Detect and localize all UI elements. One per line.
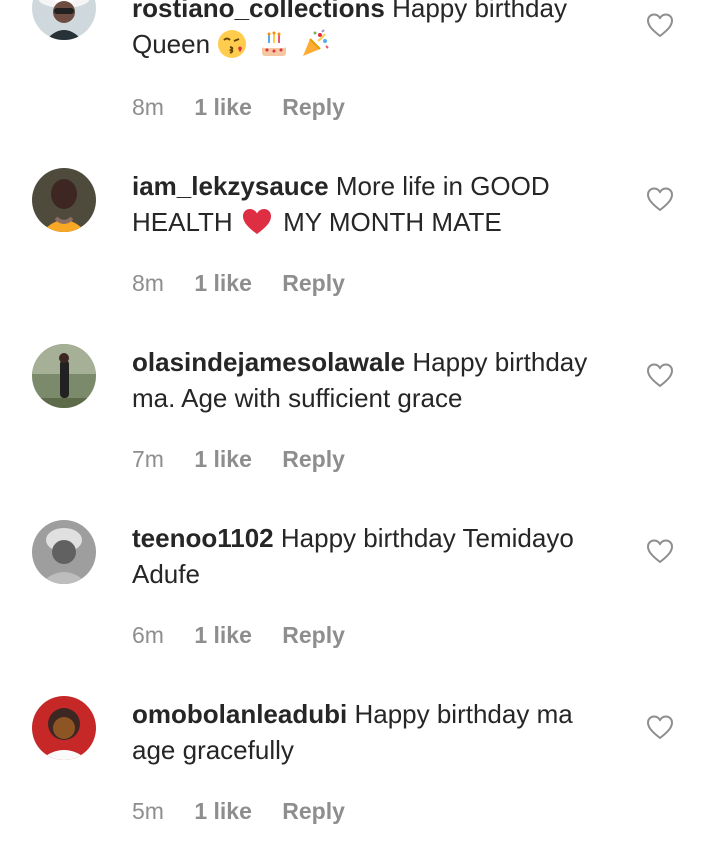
heart-outline-icon[interactable] xyxy=(646,538,674,564)
avatar[interactable] xyxy=(32,0,96,40)
comment-username[interactable]: teenoo1102 xyxy=(132,523,274,553)
comment-text: rostiano_collections Happy birthday Quee… xyxy=(132,0,622,62)
party-popper-emoji xyxy=(300,29,330,59)
reply-button[interactable]: Reply xyxy=(282,94,345,121)
birthday-cake-emoji xyxy=(259,29,289,59)
avatar[interactable] xyxy=(32,168,96,232)
comment-text: teenoo1102 Happy birthday Temidayo Adufe xyxy=(132,520,622,592)
comment-time: 8m xyxy=(132,94,164,120)
comment-username[interactable]: iam_lekzysauce xyxy=(132,171,329,201)
comment-likes[interactable]: 1 like xyxy=(194,622,252,649)
comment-username[interactable]: rostiano_collections xyxy=(132,0,385,23)
comment-likes[interactable]: 1 like xyxy=(194,798,252,825)
comment-time: 7m xyxy=(132,446,164,472)
comment-message-part: MY MONTH MATE xyxy=(283,207,502,237)
comment-item: omobolanleadubi Happy birthday ma age gr… xyxy=(0,680,720,856)
comment-time: 8m xyxy=(132,270,164,296)
comment-text: olasindejamesolawale Happy birthday ma. … xyxy=(132,344,622,416)
comment-item: olasindejamesolawale Happy birthday ma. … xyxy=(0,328,720,504)
comment-item: teenoo1102 Happy birthday Temidayo Adufe… xyxy=(0,504,720,680)
comment-item: iam_lekzysauce More life in GOOD HEALTH … xyxy=(0,152,720,328)
avatar[interactable] xyxy=(32,520,96,584)
reply-button[interactable]: Reply xyxy=(282,446,345,473)
comment-text: omobolanleadubi Happy birthday ma age gr… xyxy=(132,696,622,768)
reply-button[interactable]: Reply xyxy=(282,270,345,297)
comment-meta: 8m 1 like Reply xyxy=(132,270,345,297)
comment-time: 6m xyxy=(132,622,164,648)
heart-outline-icon[interactable] xyxy=(646,362,674,388)
heart-outline-icon[interactable] xyxy=(646,186,674,212)
heart-outline-icon[interactable] xyxy=(646,12,674,38)
kissing-face-emoji xyxy=(217,29,247,59)
comment-meta: 6m 1 like Reply xyxy=(132,622,345,649)
comment-username[interactable]: olasindejamesolawale xyxy=(132,347,405,377)
reply-button[interactable]: Reply xyxy=(282,622,345,649)
comment-likes[interactable]: 1 like xyxy=(194,94,252,121)
comment-meta: 8m 1 like Reply xyxy=(132,94,345,121)
red-heart-emoji xyxy=(242,207,272,237)
comment-meta: 5m 1 like Reply xyxy=(132,798,345,825)
comment-meta: 7m 1 like Reply xyxy=(132,446,345,473)
avatar[interactable] xyxy=(32,696,96,760)
comment-text: iam_lekzysauce More life in GOOD HEALTH … xyxy=(132,168,622,240)
comment-item: rostiano_collections Happy birthday Quee… xyxy=(0,0,720,152)
comment-likes[interactable]: 1 like xyxy=(194,270,252,297)
avatar[interactable] xyxy=(32,344,96,408)
heart-outline-icon[interactable] xyxy=(646,714,674,740)
reply-button[interactable]: Reply xyxy=(282,798,345,825)
comment-likes[interactable]: 1 like xyxy=(194,446,252,473)
comment-username[interactable]: omobolanleadubi xyxy=(132,699,347,729)
comment-time: 5m xyxy=(132,798,164,824)
